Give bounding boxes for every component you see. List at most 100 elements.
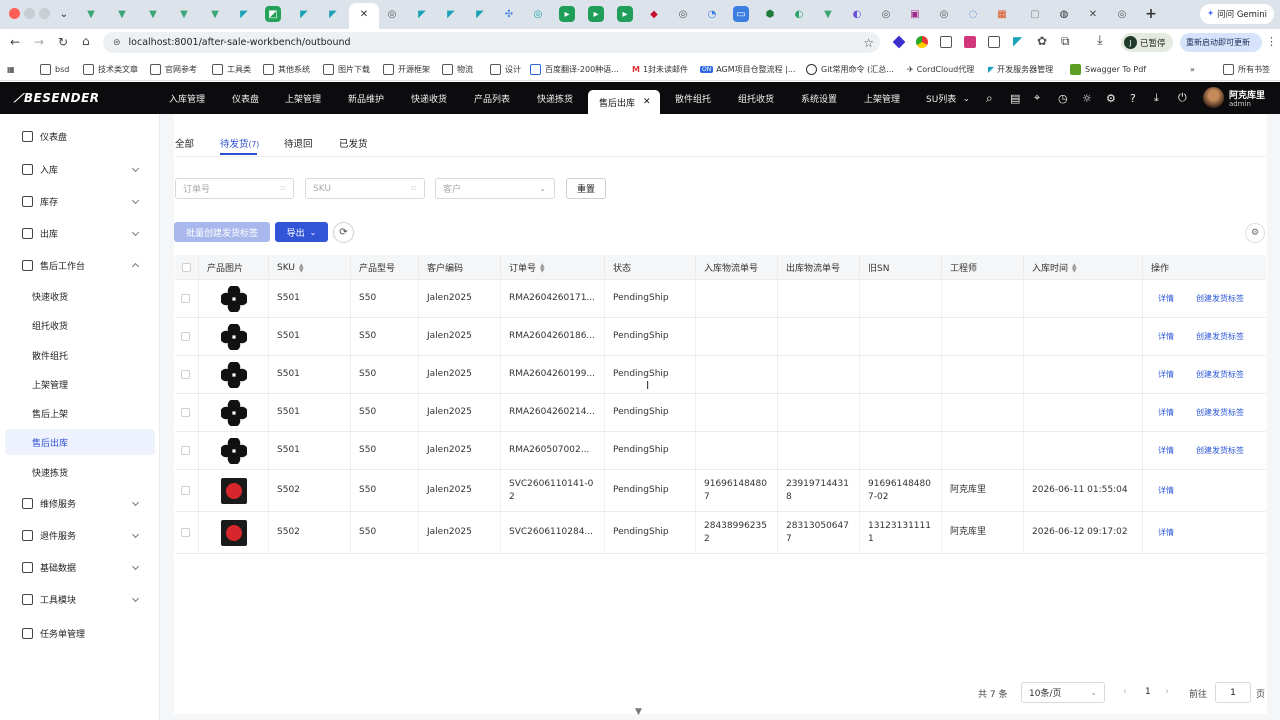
tab-search-icon[interactable]: ⌄: [56, 6, 72, 22]
nav-item-active[interactable]: 售后出库 ✕: [588, 90, 660, 114]
browser-tab-vue[interactable]: ▼: [114, 6, 130, 22]
detail-link[interactable]: 详情: [1158, 527, 1174, 538]
row-checkbox[interactable]: [175, 318, 199, 355]
maximize-window-icon[interactable]: [39, 8, 50, 19]
clock-icon[interactable]: ◷: [1058, 82, 1068, 114]
address-bar[interactable]: ⊜ localhost:8001/after-sale-workbench/ou…: [103, 32, 880, 53]
close-window-icon[interactable]: [9, 8, 20, 19]
detail-link[interactable]: 详情: [1158, 445, 1174, 456]
help-icon[interactable]: ?: [1130, 82, 1136, 114]
sidebar-sub-item[interactable]: 上架管理: [5, 371, 155, 397]
reload-icon[interactable]: ↻: [58, 35, 68, 49]
bookmark-folder[interactable]: 开源框架: [383, 62, 430, 76]
tab-shipped[interactable]: 已发货: [339, 136, 368, 150]
product-red-device-icon[interactable]: [220, 519, 247, 546]
row-checkbox[interactable]: [175, 280, 199, 317]
download-icon[interactable]: ⤓: [1097, 33, 1103, 48]
browser-tab-globe[interactable]: ◎: [675, 6, 691, 22]
browser-tab-sheet[interactable]: ◩: [265, 6, 281, 22]
bookmark-link[interactable]: ✈ CordCloud代理: [907, 62, 974, 76]
bookmark-link[interactable]: Swagger To Pdf: [1070, 62, 1146, 76]
browser-tab-vue[interactable]: ▼: [145, 6, 161, 22]
product-clover-icon[interactable]: [220, 437, 247, 464]
browser-tab[interactable]: ◤: [414, 6, 430, 22]
sidebar-item-dashboard[interactable]: 仪表盘: [0, 122, 155, 150]
user-avatar[interactable]: [1203, 87, 1224, 108]
extension-icon[interactable]: [988, 36, 1000, 48]
browser-tab[interactable]: ◤: [443, 6, 459, 22]
sku-input[interactable]: SKU ⁙: [305, 178, 425, 199]
url-text[interactable]: localhost:8001/after-sale-workbench/outb…: [129, 37, 351, 48]
browser-tab-globe[interactable]: ◎: [936, 6, 952, 22]
home-icon[interactable]: ⌂: [82, 34, 90, 48]
back-icon[interactable]: ←: [10, 35, 20, 49]
browser-tab[interactable]: ▸: [559, 6, 575, 22]
tab-to-return[interactable]: 待退回: [284, 136, 313, 150]
create-shipping-label-link[interactable]: 创建发货标签: [1196, 407, 1244, 418]
nav-item[interactable]: 新品维护: [348, 82, 384, 114]
bookmark-link[interactable]: ◤ 开发服务器管理: [988, 62, 1053, 76]
product-red-device-icon[interactable]: [220, 477, 247, 504]
row-checkbox[interactable]: [175, 470, 199, 511]
browser-tab[interactable]: ◔: [704, 6, 720, 22]
browser-tab-globe[interactable]: ◎: [878, 6, 894, 22]
download-icon[interactable]: ⤓: [1154, 82, 1159, 114]
create-shipping-label-link[interactable]: 创建发货标签: [1196, 293, 1244, 304]
browser-tab[interactable]: ◤: [296, 6, 312, 22]
row-checkbox[interactable]: [175, 394, 199, 431]
bookmark-folder[interactable]: 其他系统: [263, 62, 310, 76]
close-tab-icon[interactable]: ✕: [643, 97, 651, 107]
sidebar-item-base-data[interactable]: 基础数据: [0, 553, 155, 581]
bookmark-folder[interactable]: 官网参考: [150, 62, 197, 76]
nav-item[interactable]: 系统设置: [801, 82, 837, 114]
customer-select[interactable]: 客户 ⌄: [435, 178, 555, 199]
close-tab-icon[interactable]: ✕: [356, 6, 372, 22]
tab-pending[interactable]: 待发货(7): [220, 136, 259, 150]
sort-icon[interactable]: ▲ ▼: [1072, 262, 1077, 273]
browser-tab[interactable]: ◐: [849, 6, 865, 22]
browser-tab[interactable]: ◌: [965, 6, 981, 22]
extensions-puzzle-icon[interactable]: ⧉: [1061, 34, 1070, 49]
settings-gear-icon[interactable]: ⚙: [1106, 82, 1116, 114]
nav-item[interactable]: 快递收货: [411, 82, 447, 114]
browser-tab[interactable]: ✕: [1085, 6, 1101, 22]
extension-icon[interactable]: ✿: [1037, 34, 1047, 48]
browser-tab[interactable]: ◐: [791, 6, 807, 22]
document-icon[interactable]: ▤: [1010, 82, 1020, 114]
bookmark-link[interactable]: Git常用命令 (汇总...: [806, 62, 894, 76]
col-header-inbound-time[interactable]: 入库时间 ▲ ▼: [1024, 255, 1143, 280]
sidebar-sub-item[interactable]: 组托收货: [5, 312, 155, 338]
extension-icon[interactable]: [916, 36, 928, 48]
goto-page-input[interactable]: 1: [1215, 682, 1251, 703]
browser-tab[interactable]: ◆: [646, 6, 662, 22]
tab-all[interactable]: 全部: [175, 136, 194, 150]
browser-menu-icon[interactable]: ⋮: [1266, 35, 1277, 48]
bookmark-folder[interactable]: 物流: [442, 62, 473, 76]
create-shipping-label-link[interactable]: 创建发货标签: [1196, 331, 1244, 342]
theme-icon[interactable]: ☼: [1082, 82, 1092, 114]
location-icon[interactable]: ⌖: [1034, 82, 1040, 114]
browser-tab[interactable]: ◤: [325, 6, 341, 22]
next-page-icon[interactable]: ›: [1165, 686, 1169, 697]
sidebar-item-after-sale[interactable]: 售后工作台: [0, 251, 155, 279]
sidebar-item-outbound[interactable]: 出库: [0, 219, 155, 247]
browser-tab[interactable]: ▦: [994, 6, 1010, 22]
sidebar-sub-item[interactable]: 售后上架: [5, 400, 155, 426]
col-header-sku[interactable]: SKU ▲ ▼: [269, 255, 351, 280]
sort-icon[interactable]: ▲ ▼: [299, 262, 304, 273]
bookmark-folder[interactable]: 工具类: [212, 62, 251, 76]
nav-item[interactable]: 入库管理: [169, 82, 205, 114]
apps-grid-icon[interactable]: ▦: [7, 62, 15, 76]
product-clover-icon[interactable]: [220, 361, 247, 388]
detail-link[interactable]: 详情: [1158, 485, 1174, 496]
sort-icon[interactable]: ▲ ▼: [540, 262, 545, 273]
new-tab-icon[interactable]: +: [1143, 6, 1159, 22]
browser-tab[interactable]: ◤: [236, 6, 252, 22]
nav-more-chevron-icon[interactable]: ⌄: [963, 82, 970, 114]
browser-tab[interactable]: ⬢: [762, 6, 778, 22]
create-shipping-label-link[interactable]: 创建发货标签: [1196, 445, 1244, 456]
browser-tab-vue[interactable]: ▼: [83, 6, 99, 22]
column-settings-gear-icon[interactable]: ⚙: [1245, 223, 1265, 243]
nav-item[interactable]: 产品列表: [474, 82, 510, 114]
sidebar-item-tools[interactable]: 工具模块: [0, 585, 155, 613]
